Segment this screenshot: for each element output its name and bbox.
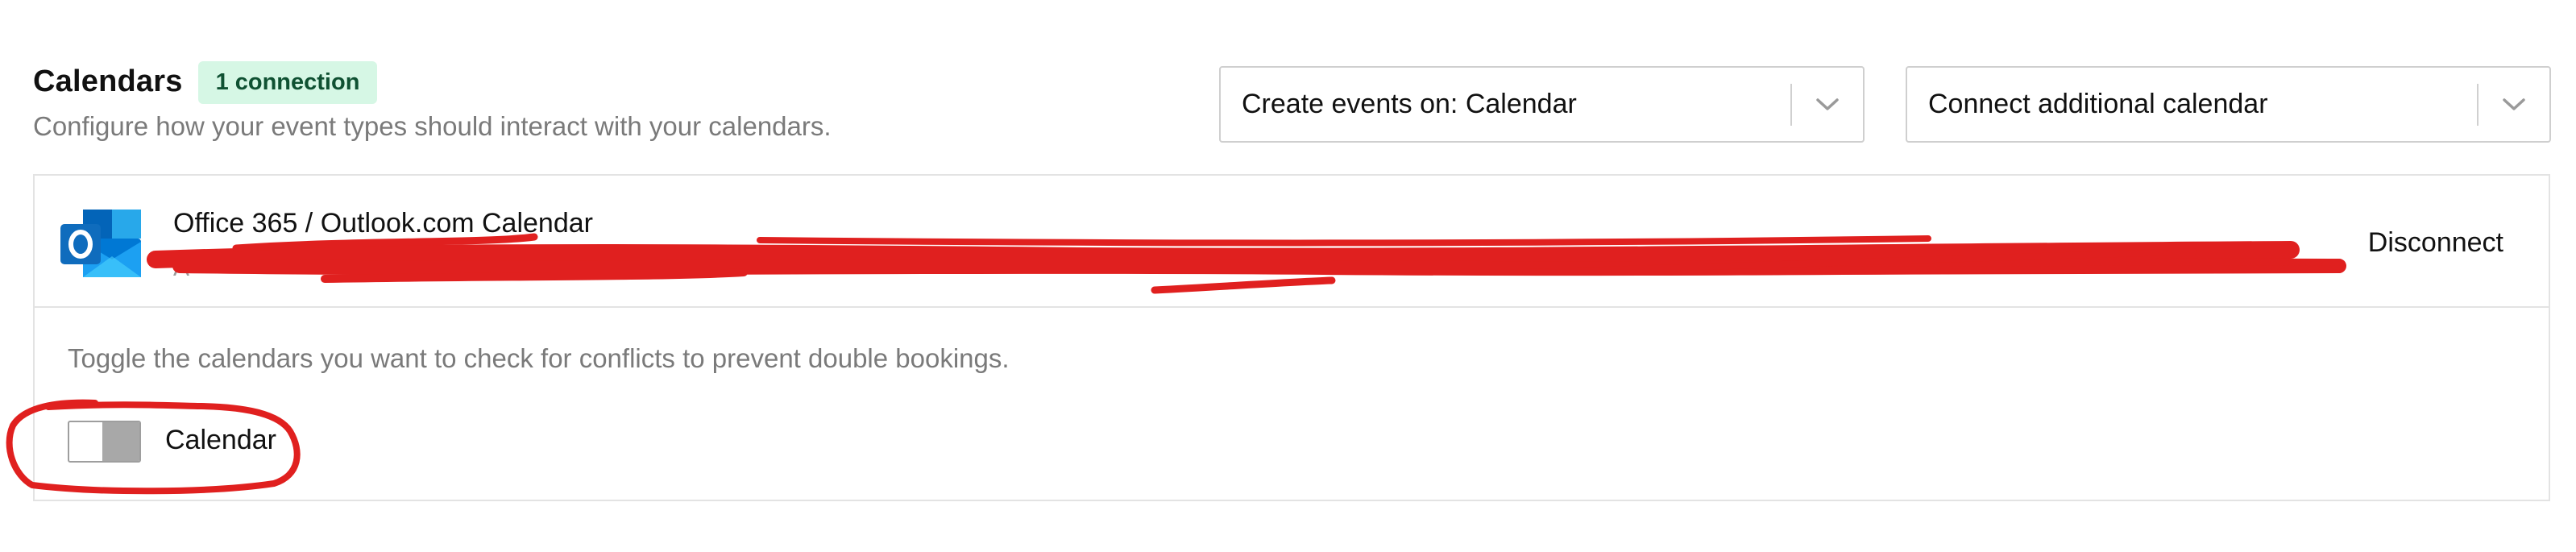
chevron-down-icon[interactable] [1792,68,1863,141]
toggle-knob [102,422,139,461]
calendar-account-email: A [173,255,190,281]
create-events-value: Create events on: Calendar [1242,89,1577,119]
calendar-account-name: Office 365 / Outlook.com Calendar [173,208,593,239]
connect-additional-calendar-select[interactable]: Connect additional calendar [1906,66,2551,143]
calendar-toggle-label: Calendar [165,425,276,455]
outlook-icon [59,206,146,280]
section-title: Calendars [33,64,183,98]
disconnect-button[interactable]: Disconnect [2368,227,2503,259]
connection-count-badge: 1 connection [198,61,377,104]
chevron-down-icon[interactable] [2479,68,2549,141]
connect-additional-value: Connect additional calendar [1928,89,2268,119]
calendar-connection-card: Office 365 / Outlook.com Calendar A Disc… [33,174,2550,501]
create-events-select[interactable]: Create events on: Calendar [1219,66,1865,143]
calendar-toggle-switch[interactable] [68,421,141,463]
conflict-check-hint: Toggle the calendars you want to check f… [68,343,1010,373]
card-divider [35,306,2549,308]
section-subtitle: Configure how your event types should in… [33,111,832,141]
